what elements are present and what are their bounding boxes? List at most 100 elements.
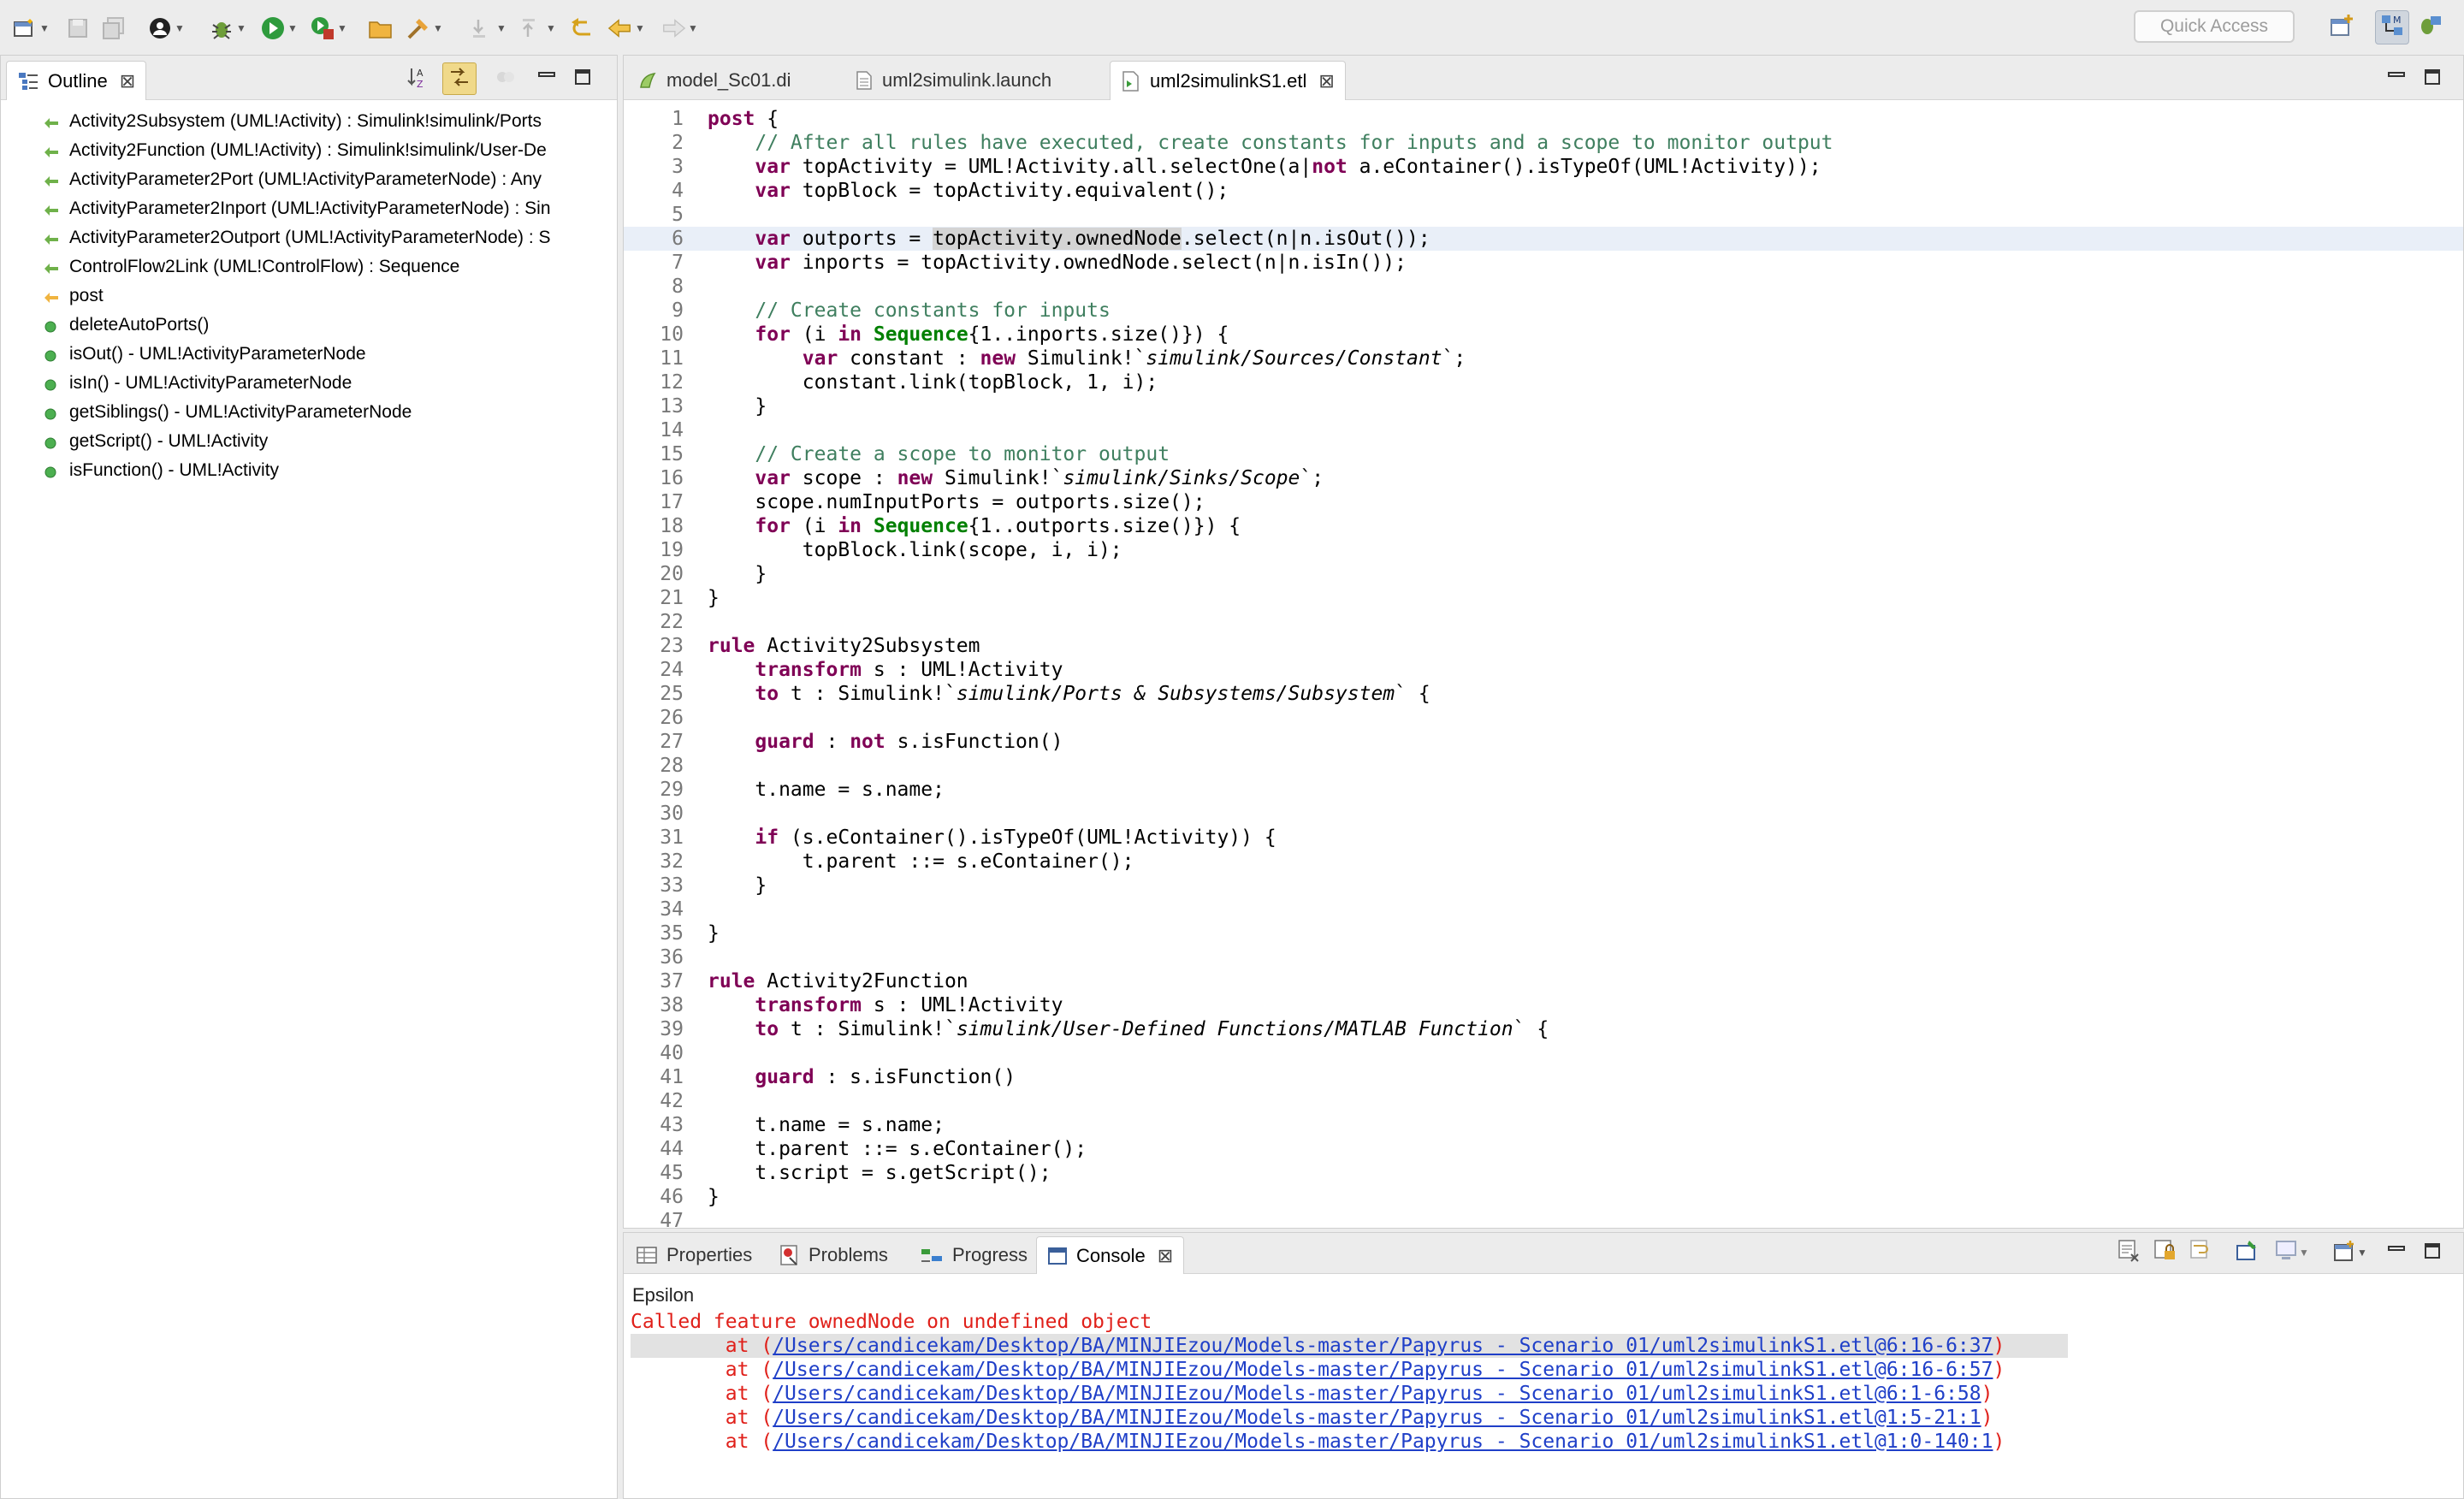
console-output[interactable]: Epsilon Called feature ownedNode on unde…: [624, 1281, 2463, 1498]
outline-item-label: ActivityParameter2Outport (UML!ActivityP…: [69, 228, 551, 247]
last-edit-icon: [568, 15, 594, 41]
rule-icon: [44, 115, 58, 128]
user-button[interactable]: ▼: [147, 14, 185, 43]
user-icon: [147, 15, 173, 41]
console-icon: [1047, 1247, 1068, 1265]
open-folder-button[interactable]: [368, 14, 394, 43]
tab-progress[interactable]: Progress: [909, 1236, 1038, 1274]
display-selected-console-button[interactable]: ▼: [2272, 1240, 2313, 1264]
code-line: 14: [660, 419, 684, 441]
code-editor[interactable]: 1 post { 2 // After all rules have execut…: [624, 107, 2463, 1228]
outline-item[interactable]: isIn() - UML!ActivityParameterNode: [1, 369, 617, 398]
code-line: 10 for (i in Sequence{1..inports.size()}…: [660, 323, 1229, 346]
outline-item[interactable]: ActivityParameter2Port (UML!ActivityPara…: [1, 165, 617, 194]
stack-trace-line: at (/Users/candicekam/Desktop/BA/MINJIEz…: [725, 1407, 1993, 1429]
outline-item-label: deleteAutoPorts(): [69, 315, 210, 335]
stack-trace-link[interactable]: /Users/candicekam/Desktop/BA/MINJIEzou/M…: [773, 1359, 1993, 1381]
rule-icon: [44, 260, 58, 274]
save-all-button[interactable]: [101, 14, 127, 43]
outline-item[interactable]: deleteAutoPorts(): [1, 311, 617, 340]
maximize-button[interactable]: [2420, 68, 2444, 90]
last-edit-button[interactable]: [568, 14, 594, 43]
run-button[interactable]: ▼: [260, 14, 298, 43]
outline-item[interactable]: ActivityParameter2Inport (UML!ActivityPa…: [1, 194, 617, 223]
outline-item[interactable]: ControlFlow2Link (UML!ControlFlow) : Seq…: [1, 252, 617, 281]
debug-icon: [209, 15, 234, 41]
tab-properties[interactable]: Properties: [625, 1236, 762, 1274]
debug-button[interactable]: ▼: [209, 14, 246, 43]
prev-annotation-button[interactable]: ▼: [518, 14, 556, 43]
scroll-lock-icon: [2153, 1239, 2177, 1267]
minimize-button[interactable]: [2384, 68, 2408, 90]
code-line: 28: [660, 755, 684, 777]
code-line: 39 to t : Simulink!`simulink/User-Define…: [660, 1018, 1549, 1040]
close-icon[interactable]: ⊠: [120, 70, 135, 92]
debug-perspective-button[interactable]: [2413, 10, 2447, 44]
outline-item[interactable]: getScript() - UML!Activity: [1, 427, 617, 456]
pin-console-button[interactable]: [2236, 1240, 2260, 1264]
back-button[interactable]: ▼: [607, 14, 645, 43]
outline-item[interactable]: ActivityParameter2Outport (UML!ActivityP…: [1, 223, 617, 252]
tab-uml2simulinks1-etl[interactable]: uml2simulinkS1.etl ⊠: [1110, 61, 1346, 100]
build-button[interactable]: ▼: [406, 14, 443, 43]
minimize-button[interactable]: [535, 68, 559, 90]
code-line: 8: [672, 276, 684, 298]
svg-text:M: M: [2393, 15, 2402, 26]
outline-item-label: isOut() - UML!ActivityParameterNode: [69, 344, 366, 364]
tab-outline[interactable]: Outline ⊠: [6, 61, 147, 100]
code-line: 44 t.parent ::= s.eContainer();: [660, 1138, 1087, 1160]
word-wrap-button[interactable]: [2189, 1239, 2213, 1264]
close-icon[interactable]: ⊠: [1158, 1245, 1173, 1267]
stack-trace-link[interactable]: /Users/candicekam/Desktop/BA/MINJIEzou/M…: [773, 1335, 1993, 1357]
clear-console-button[interactable]: [2118, 1239, 2141, 1264]
collapse-all-button[interactable]: [494, 68, 518, 90]
stack-trace-link[interactable]: /Users/candicekam/Desktop/BA/MINJIEzou/M…: [773, 1431, 1993, 1453]
new-wizard-icon: [12, 15, 38, 41]
scroll-lock-button[interactable]: [2153, 1239, 2177, 1267]
outline-item[interactable]: isOut() - UML!ActivityParameterNode: [1, 340, 617, 369]
next-annotation-button[interactable]: ▼: [469, 14, 506, 43]
stack-trace-link[interactable]: /Users/candicekam/Desktop/BA/MINJIEzou/M…: [773, 1383, 1981, 1405]
outline-item[interactable]: getSiblings() - UML!ActivityParameterNod…: [1, 398, 617, 427]
code-line: 25 to t : Simulink!`simulink/Ports & Sub…: [660, 683, 1430, 705]
operation-icon: [44, 376, 57, 391]
tab-label: uml2simulink.launch: [882, 69, 1052, 91]
code-line: 13 }: [660, 395, 767, 418]
code-line: 41 guard : s.isFunction(): [660, 1066, 1016, 1088]
stack-trace-link[interactable]: /Users/candicekam/Desktop/BA/MINJIEzou/M…: [773, 1407, 1981, 1429]
outline-item[interactable]: isFunction() - UML!Activity: [1, 456, 617, 485]
code-line: 32 t.parent ::= s.eContainer();: [660, 850, 1134, 873]
stack-trace-line: at (/Users/candicekam/Desktop/BA/MINJIEz…: [725, 1431, 2005, 1453]
save-all-icon: [101, 15, 127, 41]
new-wizard-button[interactable]: ▼: [12, 14, 50, 43]
maximize-button[interactable]: [571, 68, 595, 90]
close-icon[interactable]: ⊠: [1318, 70, 1334, 92]
tab-model-sc01-di[interactable]: model_Sc01.di: [627, 61, 802, 100]
open-perspective-button[interactable]: [2325, 10, 2360, 44]
outline-item[interactable]: Activity2Function (UML!Activity) : Simul…: [1, 136, 617, 165]
minimize-button[interactable]: [2384, 1241, 2408, 1264]
tab-label: Progress: [952, 1244, 1028, 1265]
progress-icon: [920, 1246, 944, 1265]
tab-problems[interactable]: Problems: [769, 1236, 898, 1274]
outline-item[interactable]: Activity2Subsystem (UML!Activity) : Simu…: [1, 107, 617, 136]
code-line: 29 t.name = s.name;: [660, 779, 945, 801]
open-console-button[interactable]: ▼: [2330, 1240, 2371, 1264]
code-line: 18 for (i in Sequence{1..outports.size()…: [660, 515, 1241, 537]
tab-label: Problems: [808, 1244, 888, 1265]
code-line: 23 rule Activity2Subsystem: [660, 635, 980, 657]
modeling-perspective-button[interactable]: M: [2375, 10, 2409, 44]
save-button[interactable]: [65, 14, 91, 43]
external-tools-button[interactable]: ▼: [310, 14, 347, 43]
forward-button[interactable]: ▼: [660, 14, 698, 43]
quick-access-input[interactable]: Quick Access: [2134, 10, 2295, 43]
outline-item-label: ActivityParameter2Inport (UML!ActivityPa…: [69, 198, 551, 218]
maximize-button[interactable]: [2420, 1241, 2444, 1264]
outline-item[interactable]: post: [1, 281, 617, 311]
stack-trace-line: at (/Users/candicekam/Desktop/BA/MINJIEz…: [725, 1383, 1993, 1405]
tab-uml2simulink-launch[interactable]: uml2simulink.launch: [844, 61, 1062, 100]
sort-button[interactable]: AZ: [406, 68, 430, 90]
occurrence-highlight: topActivity.ownedNode: [933, 228, 1182, 250]
link-with-editor-button[interactable]: [442, 62, 477, 95]
tab-console[interactable]: Console ⊠: [1036, 1236, 1185, 1274]
